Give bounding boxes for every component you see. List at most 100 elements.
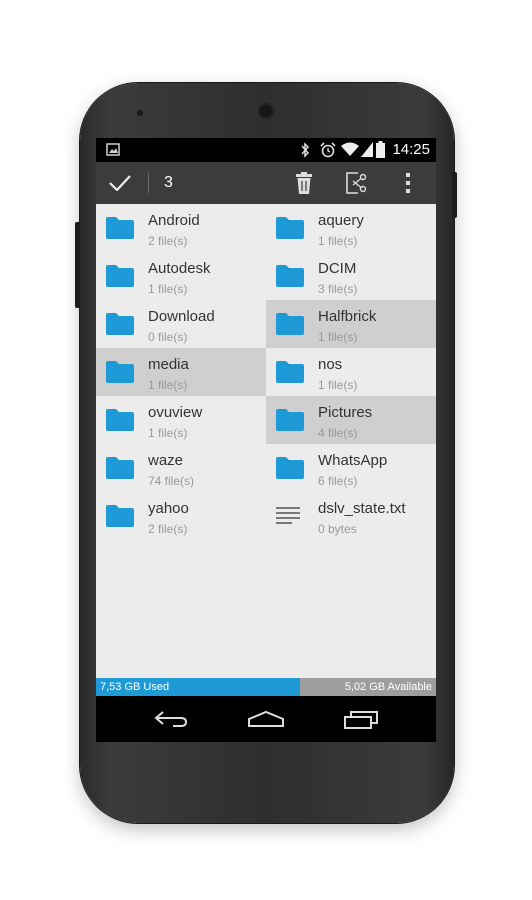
folder-icon-wrap (276, 457, 304, 484)
folder-icon-wrap (276, 217, 304, 244)
folder-icon-wrap (106, 313, 134, 340)
folder-icon (106, 265, 134, 287)
back-button[interactable] (149, 704, 193, 734)
file-name: Autodesk (148, 260, 211, 277)
file-meta: 2 file(s) (148, 234, 188, 248)
recent-apps-button[interactable] (339, 704, 383, 734)
file-meta: 74 file(s) (148, 474, 195, 488)
recent-apps-icon (344, 711, 378, 729)
file-meta: 4 file(s) (318, 426, 358, 440)
contextual-action-bar: 3 (96, 162, 436, 204)
alarm-icon (320, 142, 336, 158)
text-file-icon-wrap (276, 505, 300, 532)
volume-button (75, 222, 80, 308)
folder-icon (276, 457, 304, 479)
text-file-icon (276, 507, 300, 524)
image-notification-icon (106, 143, 120, 156)
file-grid: Android 2 file(s) aquery 1 file(s) Autodesk 1… (96, 204, 436, 678)
folder-icon (276, 217, 304, 239)
signal-icon (361, 142, 373, 157)
file-meta: 0 bytes (318, 522, 357, 536)
file-item[interactable]: Autodesk 1 file(s) (96, 252, 266, 300)
folder-icon-wrap (106, 361, 134, 388)
folder-icon (106, 313, 134, 335)
file-name: Halfbrick (318, 308, 377, 325)
file-meta: 1 file(s) (318, 234, 358, 248)
more-vertical-icon (406, 173, 410, 193)
done-button[interactable] (96, 162, 144, 204)
folder-icon (106, 361, 134, 383)
file-item[interactable]: WhatsApp 6 file(s) (266, 444, 436, 492)
storage-bar: 7,53 GB Used 5,02 GB Available (96, 678, 436, 696)
folder-icon-wrap (276, 265, 304, 292)
file-item[interactable]: DCIM 3 file(s) (266, 252, 436, 300)
folder-icon (276, 361, 304, 383)
selected-count: 3 (164, 174, 173, 191)
file-meta: 1 file(s) (148, 282, 188, 296)
checkmark-icon (109, 175, 131, 191)
battery-icon (376, 141, 385, 158)
file-name: Pictures (318, 404, 373, 421)
power-button (452, 172, 457, 218)
file-name: ovuview (148, 404, 203, 421)
file-item[interactable]: waze 74 file(s) (96, 444, 266, 492)
status-time: 14:25 (392, 141, 430, 158)
file-meta: 6 file(s) (318, 474, 358, 488)
folder-icon (106, 505, 134, 527)
file-item[interactable]: Android 2 file(s) (96, 204, 266, 252)
home-icon (248, 710, 284, 727)
status-bar: 14:25 (96, 138, 436, 162)
folder-icon (276, 313, 304, 335)
cut-button[interactable] (341, 162, 371, 204)
file-name: media (148, 356, 189, 373)
file-item[interactable]: dslv_state.txt 0 bytes (266, 492, 436, 540)
file-name: Android (148, 212, 200, 229)
file-meta: 3 file(s) (318, 282, 358, 296)
wifi-icon (341, 142, 359, 156)
folder-icon-wrap (276, 361, 304, 388)
storage-available-label: 5,02 GB Available (344, 681, 432, 693)
file-item[interactable]: Halfbrick 1 file(s) (266, 300, 436, 348)
folder-icon-wrap (276, 313, 304, 340)
file-meta: 1 file(s) (148, 426, 188, 440)
file-item[interactable]: ovuview 1 file(s) (96, 396, 266, 444)
folder-icon-wrap (106, 457, 134, 484)
folder-icon-wrap (276, 409, 304, 436)
navigation-bar (96, 696, 436, 742)
file-item[interactable]: yahoo 2 file(s) (96, 492, 266, 540)
folder-icon-wrap (106, 409, 134, 436)
file-name: DCIM (318, 260, 357, 277)
folder-icon (276, 265, 304, 287)
file-meta: 0 file(s) (148, 330, 188, 344)
file-item[interactable]: nos 1 file(s) (266, 348, 436, 396)
front-sensor (137, 110, 143, 116)
actionbar-divider (148, 173, 149, 193)
folder-icon (106, 457, 134, 479)
back-arrow-icon (154, 711, 188, 727)
folder-icon (276, 409, 304, 431)
trash-icon (296, 172, 312, 194)
earpiece-speaker (258, 103, 274, 119)
home-button[interactable] (244, 704, 288, 734)
file-item[interactable]: Download 0 file(s) (96, 300, 266, 348)
file-meta: 1 file(s) (318, 378, 358, 392)
overflow-menu-button[interactable] (396, 162, 422, 204)
file-name: WhatsApp (318, 452, 388, 469)
folder-icon-wrap (106, 265, 134, 292)
folder-icon (106, 409, 134, 431)
file-name: waze (148, 452, 184, 469)
file-meta: 1 file(s) (318, 330, 358, 344)
folder-icon (106, 217, 134, 239)
file-name: aquery (318, 212, 364, 229)
phone-screen: 14:25 3 Android 2 file(s) aquery 1 file(… (96, 138, 436, 742)
folder-icon-wrap (106, 217, 134, 244)
file-item[interactable]: Pictures 4 file(s) (266, 396, 436, 444)
bluetooth-icon (301, 142, 310, 158)
file-meta: 2 file(s) (148, 522, 188, 536)
delete-button[interactable] (289, 162, 319, 204)
file-item[interactable]: aquery 1 file(s) (266, 204, 436, 252)
file-item[interactable]: media 1 file(s) (96, 348, 266, 396)
file-meta: 1 file(s) (148, 378, 188, 392)
storage-used-label: 7,53 GB Used (100, 681, 170, 693)
file-name: Download (148, 308, 215, 325)
